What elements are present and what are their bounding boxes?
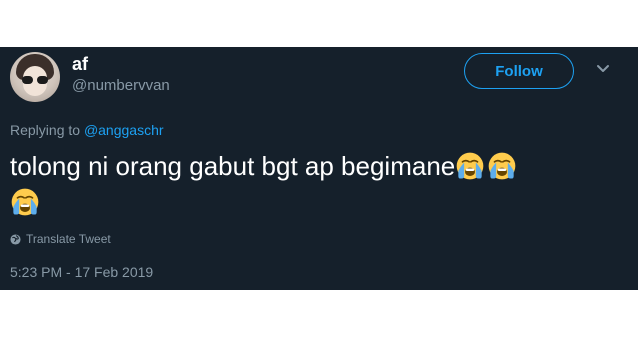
display-name[interactable]: af (72, 53, 88, 75)
chevron-down-icon[interactable] (596, 64, 610, 74)
tweet-text-content: tolong ni orang gabut bgt ap begimane (10, 151, 456, 181)
translate-tweet-link[interactable]: Translate Tweet (10, 231, 111, 247)
loudly-crying-face-icon (488, 152, 516, 180)
tweet-timestamp[interactable]: 5:23 PM - 17 Feb 2019 (10, 263, 153, 281)
replying-to-label: Replying to (10, 122, 81, 138)
user-handle[interactable]: @numbervvan (72, 77, 170, 95)
translate-tweet-label[interactable]: Translate Tweet (26, 231, 111, 247)
tweet-card: af @numbervvan Follow Replying to @angga… (0, 47, 638, 290)
loudly-crying-face-icon (11, 188, 39, 216)
avatar-sunglasses (22, 76, 48, 84)
mention-link[interactable]: @anggaschr (84, 122, 164, 138)
tweet-text: tolong ni orang gabut bgt ap begimane (10, 148, 622, 220)
follow-button[interactable]: Follow (464, 53, 574, 89)
avatar[interactable] (10, 52, 60, 102)
replying-to: Replying to @anggaschr (10, 121, 164, 139)
globe-icon (10, 233, 21, 245)
loudly-crying-face-icon (456, 152, 484, 180)
